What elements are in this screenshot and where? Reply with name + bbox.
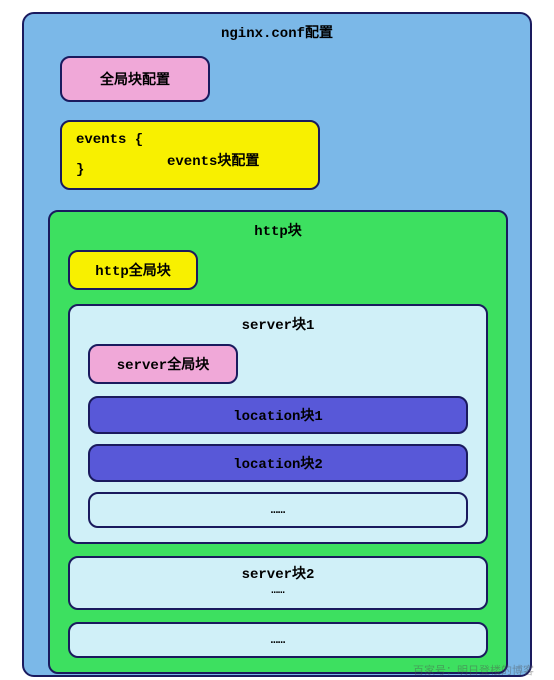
http-block-title: http块 (68, 220, 488, 240)
http-global-label: http全局块 (95, 260, 171, 280)
global-block: 全局块配置 (60, 56, 210, 102)
location-1-label: location块1 (233, 405, 323, 425)
http-global-block: http全局块 (68, 250, 198, 290)
location-ellipsis-label: …… (271, 503, 285, 517)
global-block-label: 全局块配置 (100, 69, 170, 89)
server-2-ellipsis: …… (271, 585, 284, 597)
location-block-1: location块1 (88, 396, 468, 434)
events-close-brace: } (76, 162, 84, 178)
location-ellipsis: …… (88, 492, 468, 528)
server-block-1: server块1 server全局块 location块1 location块2… (68, 304, 488, 544)
server-global-block: server全局块 (88, 344, 238, 384)
nginx-conf-container: nginx.conf配置 全局块配置 events { events块配置 } … (22, 12, 532, 677)
events-block: events { events块配置 } (60, 120, 320, 190)
watermark-text: 百家号：明日登楼的博客 (413, 662, 534, 678)
events-block-label: events块配置 (167, 150, 259, 170)
server-block-2: server块2 …… (68, 556, 488, 610)
location-2-label: location块2 (233, 453, 323, 473)
server-1-title: server块1 (88, 314, 468, 334)
server-2-title: server块2 (242, 563, 315, 583)
server-ellipsis: …… (68, 622, 488, 658)
location-block-2: location块2 (88, 444, 468, 482)
server-global-label: server全局块 (117, 354, 209, 374)
server-ellipsis-label: …… (271, 633, 285, 647)
diagram-title: nginx.conf配置 (42, 22, 512, 42)
http-block: http块 http全局块 server块1 server全局块 locatio… (48, 210, 508, 674)
events-open-brace: events { (76, 132, 143, 148)
